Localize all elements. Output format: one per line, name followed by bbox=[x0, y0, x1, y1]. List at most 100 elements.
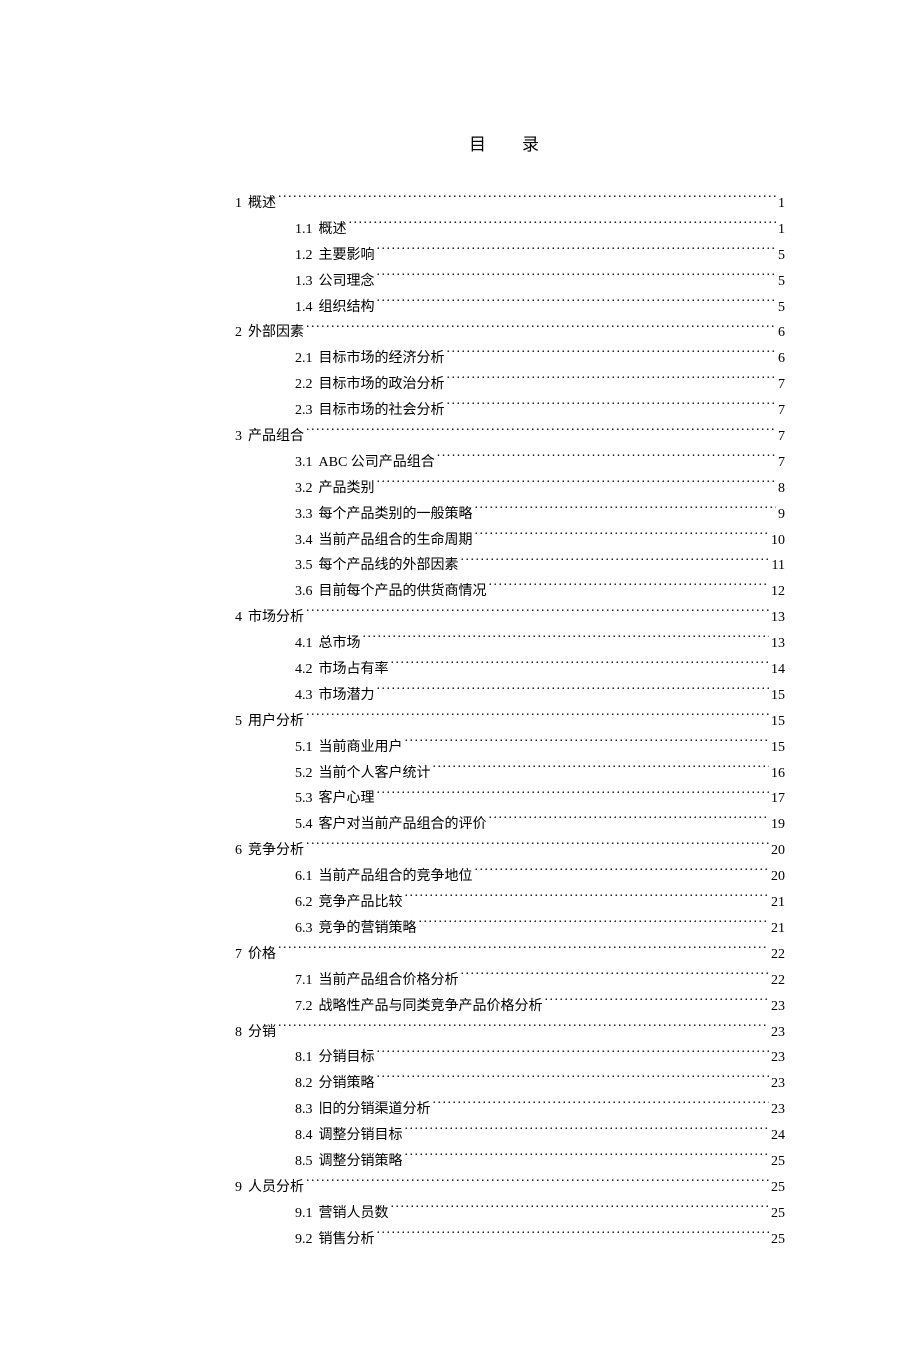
toc-entry-page: 11 bbox=[770, 553, 785, 579]
toc-entry-page: 21 bbox=[769, 916, 785, 942]
toc-entry-text: 总市场 bbox=[319, 631, 363, 657]
toc-entry[interactable]: 4.3市场潜力15 bbox=[235, 683, 785, 709]
toc-entry-page: 15 bbox=[769, 683, 785, 709]
toc-entry[interactable]: 4市场分析13 bbox=[235, 605, 785, 631]
toc-leader-dots bbox=[391, 659, 770, 673]
toc-entry-page: 25 bbox=[769, 1201, 785, 1227]
toc-entry[interactable]: 3.3每个产品类别的一般策略9 bbox=[235, 502, 785, 528]
toc-leader-dots bbox=[349, 219, 777, 233]
toc-leader-dots bbox=[377, 685, 770, 699]
toc-entry[interactable]: 4.1总市场13 bbox=[235, 631, 785, 657]
toc-entry-text: 调整分销策略 bbox=[319, 1149, 405, 1175]
toc-entry-text: 概述 bbox=[319, 217, 349, 243]
toc-entry-number: 5.2 bbox=[295, 761, 319, 787]
toc-entry[interactable]: 6竞争分析20 bbox=[235, 838, 785, 864]
toc-entry[interactable]: 8.1分销目标23 bbox=[235, 1045, 785, 1071]
toc-entry-page: 22 bbox=[769, 942, 785, 968]
toc-leader-dots bbox=[433, 763, 770, 777]
toc-entry[interactable]: 5用户分析15 bbox=[235, 709, 785, 735]
toc-entry-text: 每个产品类别的一般策略 bbox=[319, 502, 475, 528]
toc-leader-dots bbox=[437, 452, 776, 466]
toc-entry[interactable]: 3.4当前产品组合的生命周期10 bbox=[235, 528, 785, 554]
toc-entry-page: 14 bbox=[769, 657, 785, 683]
toc-entry[interactable]: 1.2主要影响5 bbox=[235, 243, 785, 269]
toc-entry[interactable]: 9.2销售分析25 bbox=[235, 1227, 785, 1253]
toc-entry-number: 6 bbox=[235, 838, 248, 864]
toc-entry[interactable]: 6.2竞争产品比较21 bbox=[235, 890, 785, 916]
toc-leader-dots bbox=[377, 1073, 770, 1087]
toc-leader-dots bbox=[278, 193, 776, 207]
toc-leader-dots bbox=[419, 918, 770, 932]
toc-leader-dots bbox=[278, 944, 769, 958]
toc-entry[interactable]: 2.1目标市场的经济分析6 bbox=[235, 346, 785, 372]
toc-entry-text: 价格 bbox=[248, 942, 278, 968]
toc-entry[interactable]: 3产品组合7 bbox=[235, 424, 785, 450]
toc-entry[interactable]: 1.1概述1 bbox=[235, 217, 785, 243]
toc-leader-dots bbox=[447, 374, 777, 388]
toc-entry[interactable]: 2.3目标市场的社会分析7 bbox=[235, 398, 785, 424]
toc-entry-text: 每个产品线的外部因素 bbox=[319, 553, 461, 579]
toc-entry-number: 1 bbox=[235, 191, 248, 217]
toc-leader-dots bbox=[377, 788, 770, 802]
toc-entry[interactable]: 8分销23 bbox=[235, 1020, 785, 1046]
toc-leader-dots bbox=[306, 426, 776, 440]
toc-entry[interactable]: 2外部因素6 bbox=[235, 320, 785, 346]
toc-entry-text: 组织结构 bbox=[319, 295, 377, 321]
toc-entry[interactable]: 1.4组织结构5 bbox=[235, 295, 785, 321]
toc-title: 目录 bbox=[259, 130, 785, 155]
toc-entry-number: 9 bbox=[235, 1175, 248, 1201]
toc-entry[interactable]: 5.3客户心理17 bbox=[235, 786, 785, 812]
toc-entry[interactable]: 6.3竞争的营销策略21 bbox=[235, 916, 785, 942]
toc-leader-dots bbox=[377, 478, 777, 492]
toc-entry-text: 销售分析 bbox=[319, 1227, 377, 1253]
toc-entry[interactable]: 3.2产品类别8 bbox=[235, 476, 785, 502]
toc-entry-number: 1.4 bbox=[295, 295, 319, 321]
toc-entry-number: 4 bbox=[235, 605, 248, 631]
toc-entry[interactable]: 5.1当前商业用户15 bbox=[235, 735, 785, 761]
toc-leader-dots bbox=[461, 970, 770, 984]
toc-entry-page: 23 bbox=[769, 994, 785, 1020]
toc-entry-text: 客户心理 bbox=[319, 786, 377, 812]
toc-entry[interactable]: 3.6目前每个产品的供货商情况12 bbox=[235, 579, 785, 605]
toc-entry-number: 4.3 bbox=[295, 683, 319, 709]
toc-entry-number: 2.3 bbox=[295, 398, 319, 424]
toc-leader-dots bbox=[475, 504, 777, 518]
toc-entry[interactable]: 7.2战略性产品与同类竞争产品价格分析23 bbox=[235, 994, 785, 1020]
toc-entry[interactable]: 8.5调整分销策略25 bbox=[235, 1149, 785, 1175]
toc-entry[interactable]: 4.2市场占有率14 bbox=[235, 657, 785, 683]
toc-entry[interactable]: 1概述1 bbox=[235, 191, 785, 217]
toc-entry[interactable]: 8.4调整分销目标24 bbox=[235, 1123, 785, 1149]
toc-entry-page: 21 bbox=[769, 890, 785, 916]
toc-leader-dots bbox=[447, 400, 777, 414]
toc-entry-page: 5 bbox=[776, 243, 785, 269]
toc-entry[interactable]: 1.3公司理念5 bbox=[235, 269, 785, 295]
toc-entry-text: 用户分析 bbox=[248, 709, 306, 735]
toc-entry-number: 5.1 bbox=[295, 735, 319, 761]
toc-entry-number: 7.2 bbox=[295, 994, 319, 1020]
toc-entry[interactable]: 6.1当前产品组合的竞争地位20 bbox=[235, 864, 785, 890]
toc-entry[interactable]: 9.1营销人员数25 bbox=[235, 1201, 785, 1227]
toc-entry-page: 23 bbox=[769, 1097, 785, 1123]
toc-entry[interactable]: 8.3旧的分销渠道分析23 bbox=[235, 1097, 785, 1123]
toc-entry[interactable]: 9人员分析25 bbox=[235, 1175, 785, 1201]
toc-entry-page: 12 bbox=[769, 579, 785, 605]
toc-entry[interactable]: 3.5每个产品线的外部因素11 bbox=[235, 553, 785, 579]
toc-entry-number: 3.4 bbox=[295, 528, 319, 554]
toc-leader-dots bbox=[306, 607, 769, 621]
toc-entry-number: 6.1 bbox=[295, 864, 319, 890]
toc-entry[interactable]: 8.2分销策略23 bbox=[235, 1071, 785, 1097]
toc-entry-text: 市场占有率 bbox=[319, 657, 391, 683]
toc-entry[interactable]: 7价格22 bbox=[235, 942, 785, 968]
toc-entry[interactable]: 3.1ABC 公司产品组合 7 bbox=[235, 450, 785, 476]
toc-entry-page: 13 bbox=[769, 605, 785, 631]
toc-leader-dots bbox=[363, 633, 770, 647]
toc-entry-text: 分销策略 bbox=[319, 1071, 377, 1097]
toc-entry[interactable]: 5.4客户对当前产品组合的评价19 bbox=[235, 812, 785, 838]
toc-entry-text: 当前产品组合的竞争地位 bbox=[319, 864, 475, 890]
toc-entry[interactable]: 5.2当前个人客户统计16 bbox=[235, 761, 785, 787]
toc-leader-dots bbox=[461, 555, 770, 569]
toc-entry[interactable]: 7.1当前产品组合价格分析22 bbox=[235, 968, 785, 994]
toc-entry-page: 9 bbox=[776, 502, 785, 528]
toc-entry[interactable]: 2.2目标市场的政治分析7 bbox=[235, 372, 785, 398]
toc-entry-page: 23 bbox=[769, 1020, 785, 1046]
